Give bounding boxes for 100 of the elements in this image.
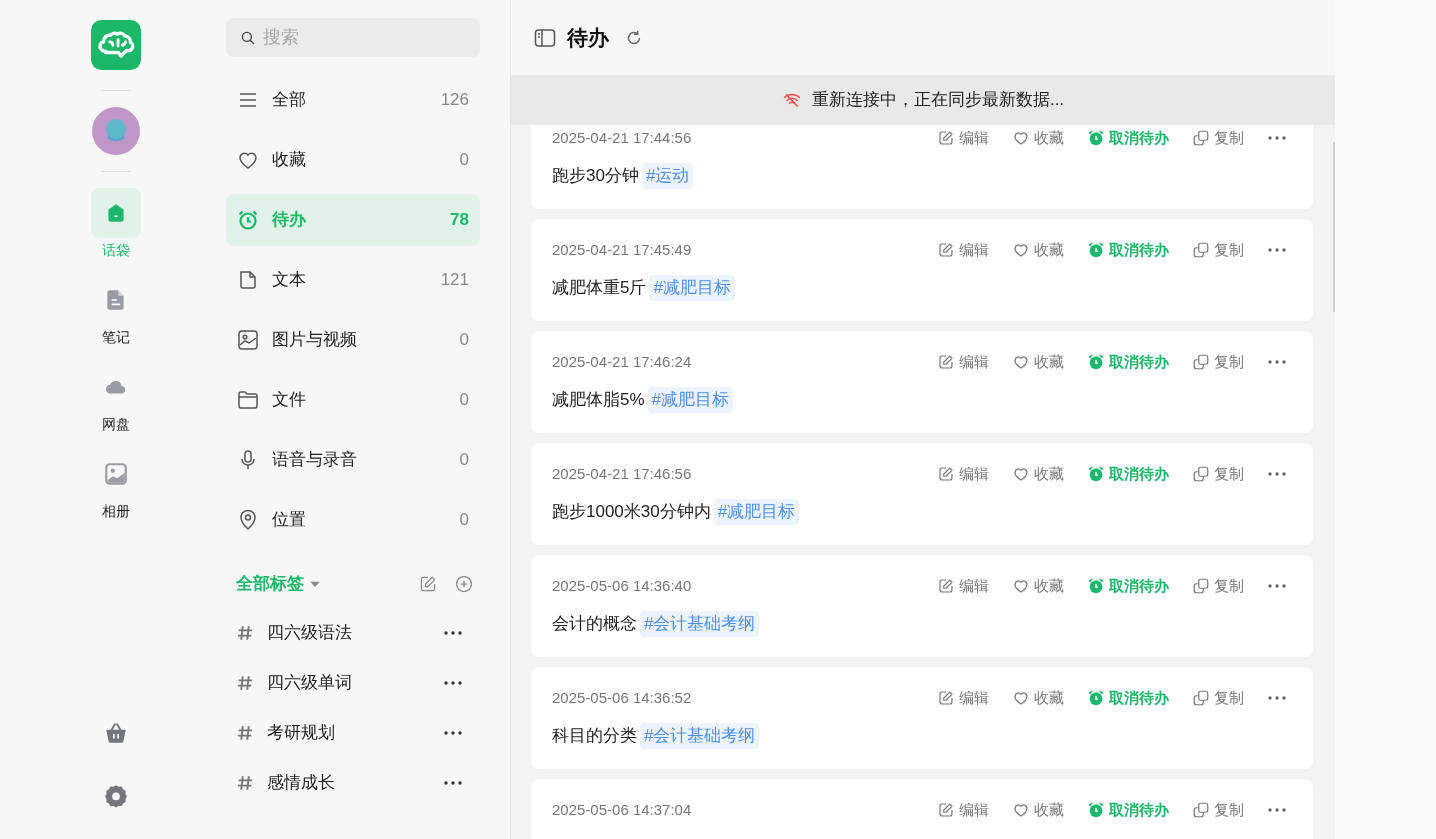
copy-icon <box>1192 689 1210 707</box>
avatar <box>92 107 140 155</box>
category-item[interactable]: 收藏 0 <box>226 134 480 186</box>
alarm-clock-icon <box>1087 689 1105 707</box>
copy-button[interactable]: 复制 <box>1192 126 1244 150</box>
basket-icon <box>103 720 129 746</box>
more-icon <box>444 631 462 635</box>
image-icon <box>103 461 129 487</box>
edit-button[interactable]: 编辑 <box>937 574 989 598</box>
search-field[interactable]: 搜索 <box>226 18 480 57</box>
category-item[interactable]: 全部 126 <box>226 74 480 126</box>
alarm-clock-icon <box>236 208 260 232</box>
edit-icon <box>937 689 955 707</box>
favorite-button[interactable]: 收藏 <box>1012 126 1064 150</box>
search-icon <box>239 29 257 47</box>
untodo-button[interactable]: 取消待办 <box>1087 574 1169 598</box>
favorite-button[interactable]: 收藏 <box>1012 462 1064 486</box>
more-icon <box>444 731 462 735</box>
favorite-button[interactable]: 收藏 <box>1012 574 1064 598</box>
untodo-button[interactable]: 取消待办 <box>1087 238 1169 262</box>
alarm-clock-icon <box>1087 353 1105 371</box>
untodo-button[interactable]: 取消待办 <box>1087 462 1169 486</box>
timestamp: 2025-05-06 14:36:52 <box>552 687 693 708</box>
heart-icon <box>1012 801 1030 819</box>
edit-button[interactable]: 编辑 <box>937 126 989 150</box>
note-text: 减肥体脂5% <box>552 389 645 412</box>
note-text: 跑步30分钟 <box>552 165 639 188</box>
copy-button[interactable]: 复制 <box>1192 574 1244 598</box>
copy-icon <box>1192 241 1210 259</box>
image-icon <box>236 328 260 352</box>
alarm-clock-icon <box>1087 577 1105 595</box>
copy-button[interactable]: 复制 <box>1192 686 1244 710</box>
timestamp: 2025-04-21 17:46:56 <box>552 463 693 484</box>
edit-icon <box>937 129 955 147</box>
more-icon <box>1268 808 1286 812</box>
add-circle-icon <box>454 574 474 594</box>
copy-button[interactable]: 复制 <box>1192 798 1244 822</box>
category-item[interactable]: 文本 121 <box>226 254 480 306</box>
edit-button[interactable]: 编辑 <box>937 798 989 822</box>
category-item[interactable]: 语音与录音 0 <box>226 434 480 486</box>
edit-icon <box>937 241 955 259</box>
edit-icon <box>937 577 955 595</box>
nav-item[interactable]: 笔记 <box>91 275 141 348</box>
timestamp: 2025-04-21 17:44:56 <box>552 127 693 148</box>
edit-button[interactable]: 编辑 <box>937 462 989 486</box>
tag-item[interactable]: 四六级语法 <box>267 620 444 646</box>
alarm-clock-icon <box>1087 801 1105 819</box>
more-icon <box>1268 248 1286 252</box>
page-title: 待办 <box>567 24 609 51</box>
more-icon <box>1268 136 1286 140</box>
untodo-button[interactable]: 取消待办 <box>1087 350 1169 374</box>
hash-icon <box>236 724 254 742</box>
favorite-button[interactable]: 收藏 <box>1012 350 1064 374</box>
untodo-button[interactable]: 取消待办 <box>1087 686 1169 710</box>
tag-link[interactable]: #减肥目标 <box>649 275 735 301</box>
more-icon <box>1268 360 1286 364</box>
timestamp: 2025-04-21 17:46:24 <box>552 351 693 372</box>
timestamp: 2025-04-21 17:45:49 <box>552 239 693 260</box>
edit-button[interactable]: 编辑 <box>937 238 989 262</box>
tag-item[interactable]: 感情成长 <box>267 770 444 796</box>
copy-button[interactable]: 复制 <box>1192 350 1244 374</box>
banner-text: 重新连接中，正在同步最新数据... <box>811 89 1065 112</box>
copy-icon <box>1192 129 1210 147</box>
edit-icon <box>937 353 955 371</box>
copy-icon <box>1192 465 1210 483</box>
favorite-button[interactable]: 收藏 <box>1012 238 1064 262</box>
tag-link[interactable]: #减肥目标 <box>713 499 800 525</box>
more-icon <box>444 681 462 685</box>
more-icon <box>1268 472 1286 476</box>
edit-button[interactable]: 编辑 <box>937 350 989 374</box>
heart-icon <box>1012 129 1030 147</box>
scrollbar[interactable] <box>1333 142 1335 312</box>
category-item[interactable]: 图片与视频 0 <box>226 314 480 366</box>
copy-icon <box>1192 577 1210 595</box>
tag-item[interactable]: 考研规划 <box>267 720 444 746</box>
tag-link[interactable]: #运动 <box>641 163 694 189</box>
untodo-button[interactable]: 取消待办 <box>1087 798 1169 822</box>
edit-icon <box>937 801 955 819</box>
copy-button[interactable]: 复制 <box>1192 462 1244 486</box>
untodo-button[interactable]: 取消待办 <box>1087 126 1169 150</box>
category-item[interactable]: 位置 0 <box>226 494 480 546</box>
brain-logo-icon <box>91 20 141 70</box>
tag-link[interactable]: #会计基础考纲 <box>640 723 760 749</box>
tag-link[interactable]: #减肥目标 <box>647 387 734 413</box>
tags-title[interactable]: 全部标签 <box>236 571 304 597</box>
favorite-button[interactable]: 收藏 <box>1012 686 1064 710</box>
copy-icon <box>1192 353 1210 371</box>
nav-item[interactable]: 网盘 <box>91 362 141 435</box>
copy-button[interactable]: 复制 <box>1192 238 1244 262</box>
tag-link[interactable]: #会计基础考纲 <box>640 611 760 637</box>
edit-button[interactable]: 编辑 <box>937 686 989 710</box>
nav-item[interactable]: 相册 <box>91 449 141 522</box>
category-item[interactable]: 文件 0 <box>226 374 480 426</box>
hash-icon <box>236 774 254 792</box>
hash-icon <box>236 624 254 642</box>
alarm-clock-icon <box>1087 465 1105 483</box>
more-icon <box>1268 696 1286 700</box>
tag-item[interactable]: 四六级单词 <box>267 670 444 696</box>
favorite-button[interactable]: 收藏 <box>1012 798 1064 822</box>
note-text: 科目的分类 <box>552 725 637 748</box>
